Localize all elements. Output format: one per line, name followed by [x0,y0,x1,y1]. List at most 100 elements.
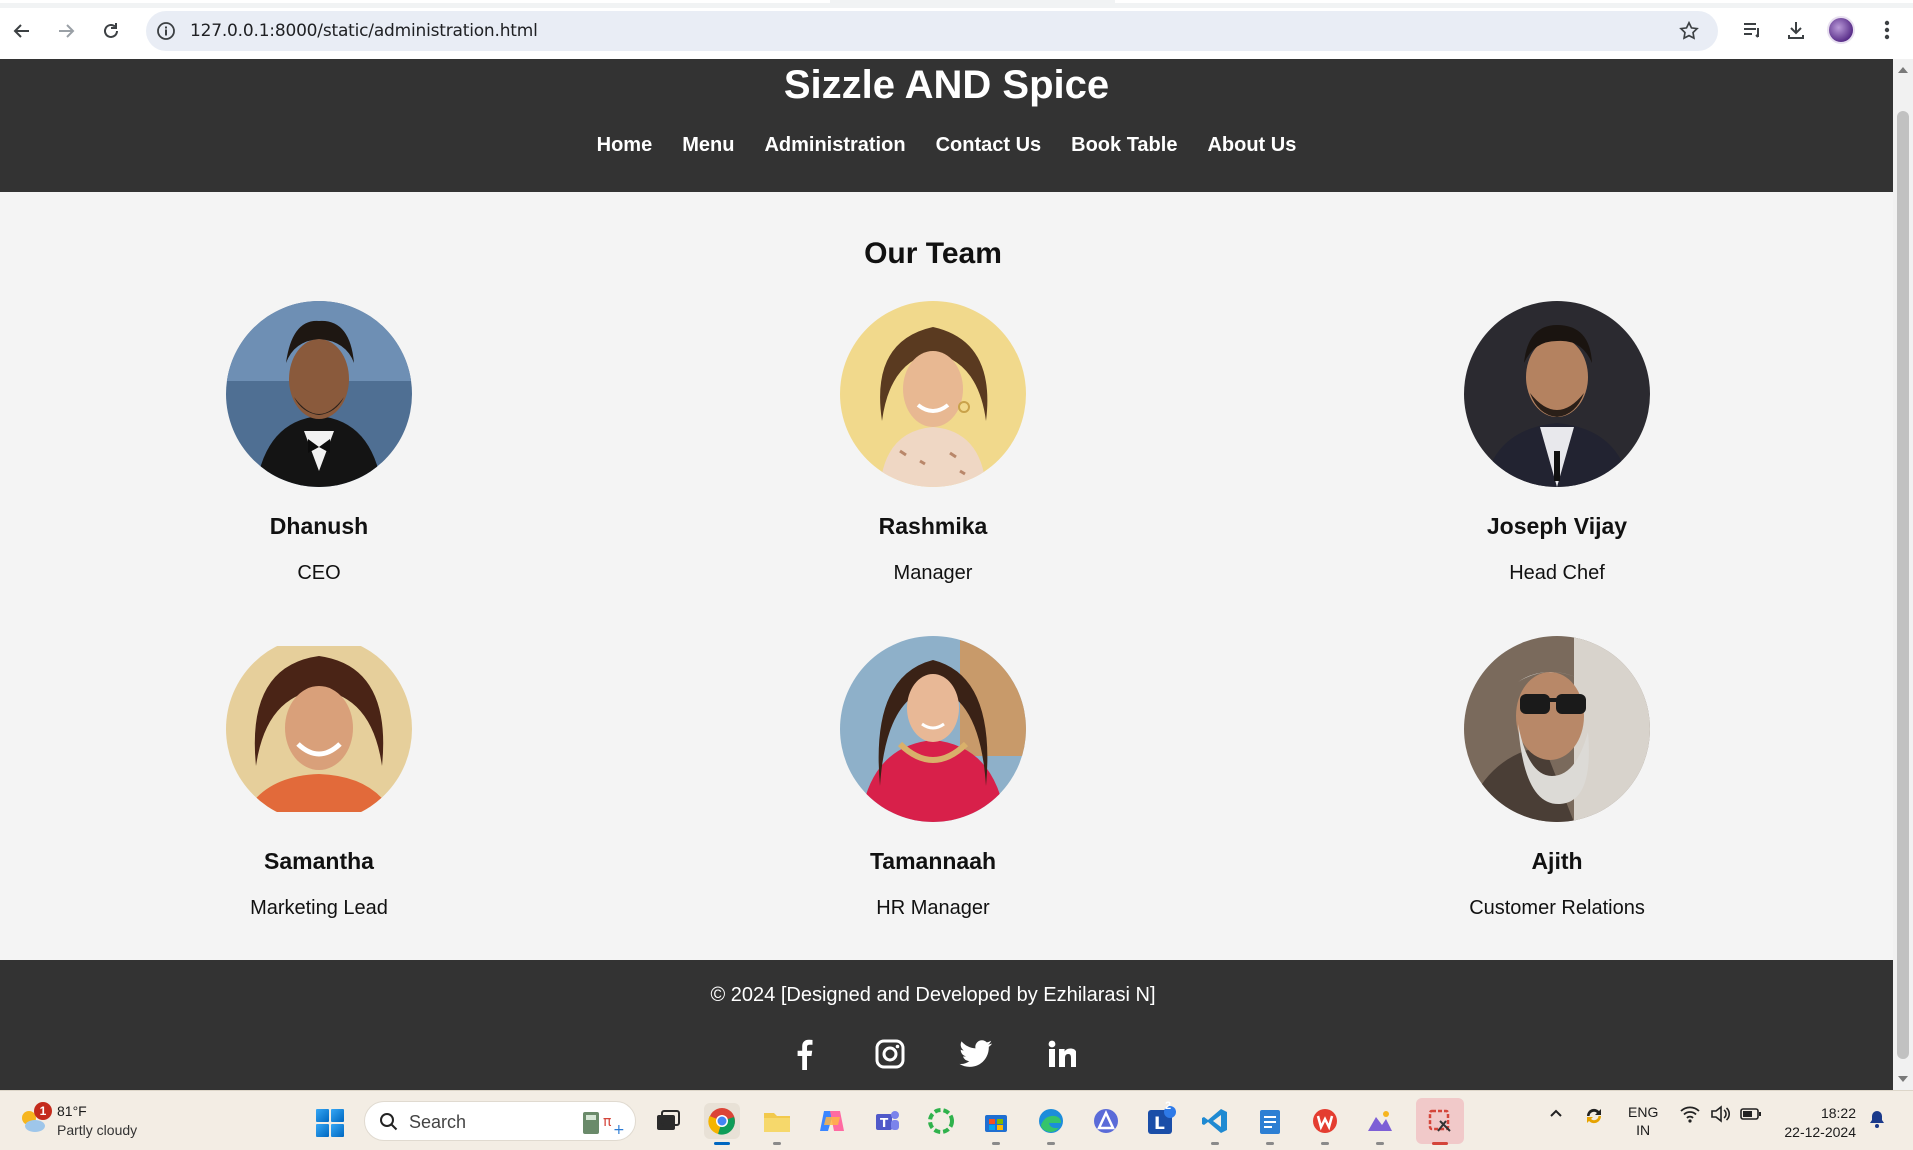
reload-button[interactable] [96,16,126,46]
member-name: Tamannaah [869,848,997,874]
member-photo [226,301,412,487]
member-name: Dhanush [269,513,369,539]
task-view-icon [657,1110,680,1130]
taskbar-vscode[interactable] [1197,1103,1233,1145]
taskbar-snipping-tool[interactable] [1416,1098,1464,1145]
taskbar-refresh-app[interactable] [923,1103,959,1139]
url-text[interactable]: 127.0.0.1:8000/static/administration.htm… [190,21,538,41]
nav-link-home[interactable]: Home [597,134,653,157]
quick-settings[interactable] [1680,1105,1762,1123]
search-label: Search [409,1112,467,1132]
edge-icon [1039,1109,1063,1133]
svg-text:L: L [1154,1114,1165,1134]
taskbar-notepad[interactable] [1252,1103,1288,1145]
volume-icon [1711,1105,1730,1123]
clock-time: 18:22 [1820,1105,1856,1121]
taskbar-lens-app[interactable]: L 2 [1143,1100,1179,1139]
sync-status[interactable] [1583,1105,1605,1130]
member-name: Joseph Vijay [1486,513,1628,539]
taskbar-file-explorer[interactable] [759,1103,795,1145]
taskbar-wps[interactable] [1307,1103,1343,1145]
taskbar-edge[interactable] [1033,1103,1069,1145]
member-name: Rashmika [878,513,988,539]
nav-link-book-table[interactable]: Book Table [1071,134,1177,157]
copilot-icon [820,1111,844,1131]
profile-avatar[interactable] [1827,16,1855,44]
arrow-left-icon [13,24,29,38]
site-header: Sizzle AND Spice Home Menu Administratio… [0,59,1893,192]
windows-taskbar: 1 81°F Partly cloudy Search π + T L 2 EN… [0,1090,1913,1150]
language-code: ENG [1628,1104,1659,1120]
member-name: Ajith [1531,848,1583,874]
team-member-card: Ajith Customer Relations [1357,636,1757,920]
site-footer: © 2024 [Designed and Developed by Ezhila… [0,960,1893,1090]
forward-button[interactable] [51,16,81,46]
taskbar-clock[interactable]: 18:22 22-12-2024 [1776,1104,1856,1142]
nav-link-about-us[interactable]: About Us [1207,134,1296,157]
twitter-icon[interactable] [954,1036,998,1072]
back-button[interactable] [7,16,37,46]
running-indicator [714,1142,730,1145]
bookmark-star-icon[interactable] [1678,20,1700,42]
reading-list-button[interactable] [1738,16,1766,44]
taskbar-store[interactable] [978,1103,1014,1145]
member-role: HR Manager [876,897,990,919]
weather-widget[interactable]: 1 81°F Partly cloudy [16,1101,176,1143]
member-photo [226,636,412,822]
input-language[interactable]: ENG IN [1628,1103,1658,1139]
running-indicator [1211,1142,1219,1145]
nav-link-contact-us[interactable]: Contact Us [936,134,1042,157]
taskbar-search[interactable]: Search π + [364,1101,636,1141]
taskbar-copilot[interactable] [814,1103,850,1139]
app-badge: 2 [1165,1100,1172,1112]
facebook-icon[interactable] [782,1036,826,1072]
team-heading: Our Team [864,237,1002,270]
footer-copyright: © 2024 [Designed and Developed by Ezhila… [710,984,1156,1006]
taskbar-teams[interactable]: T [869,1103,905,1139]
scroll-down-arrow-icon[interactable] [1898,1076,1908,1082]
kebab-menu-icon [1884,20,1890,40]
member-photo [840,636,1026,822]
site-info-icon[interactable] [156,21,176,41]
taskbar-vpn[interactable] [1088,1103,1124,1139]
team-member-card: Tamannaah HR Manager [733,636,1133,920]
address-bar[interactable]: 127.0.0.1:8000/static/administration.htm… [146,11,1718,51]
svg-text:+: + [613,1122,625,1136]
task-view-button[interactable] [650,1103,686,1139]
vscode-icon [1202,1109,1227,1133]
taskbar-photos[interactable] [1362,1103,1398,1145]
nav-link-administration[interactable]: Administration [764,134,905,157]
windows-logo-tile [331,1109,344,1122]
linkedin-icon[interactable] [1040,1036,1084,1072]
windows-logo-tile [316,1124,329,1137]
instagram-icon[interactable] [868,1036,912,1072]
bell-icon [1870,1111,1884,1128]
member-name: Samantha [264,848,374,874]
scrollbar-thumb[interactable] [1897,111,1909,1059]
wifi-icon [1680,1106,1700,1123]
scroll-up-arrow-icon[interactable] [1898,67,1908,73]
nav-link-menu[interactable]: Menu [682,134,734,157]
member-photo [1464,636,1650,822]
region-code: IN [1636,1122,1651,1138]
team-member-card: Joseph Vijay Head Chef [1357,301,1757,585]
member-role: Manager [893,562,973,584]
notifications-button[interactable] [1868,1109,1886,1132]
team-member-card: Rashmika Manager [733,301,1133,585]
show-hidden-icons-button[interactable] [1548,1105,1564,1124]
page-scrollbar[interactable] [1893,59,1913,1090]
wps-icon [1313,1109,1337,1133]
clock-date: 22-12-2024 [1784,1124,1856,1140]
chevron-up-icon [1550,1109,1562,1117]
start-button[interactable] [316,1109,344,1137]
downloads-button[interactable] [1782,16,1810,44]
svg-text:π: π [603,1114,612,1130]
browser-menu-button[interactable] [1873,16,1901,44]
team-member-card: Dhanush CEO [119,301,519,585]
sync-icon [1586,1108,1602,1124]
l-app-icon: L [1148,1106,1176,1134]
taskbar-chrome[interactable] [704,1103,740,1145]
member-role: Head Chef [1509,562,1605,584]
running-indicator [992,1142,1000,1145]
photos-icon [1368,1111,1392,1131]
